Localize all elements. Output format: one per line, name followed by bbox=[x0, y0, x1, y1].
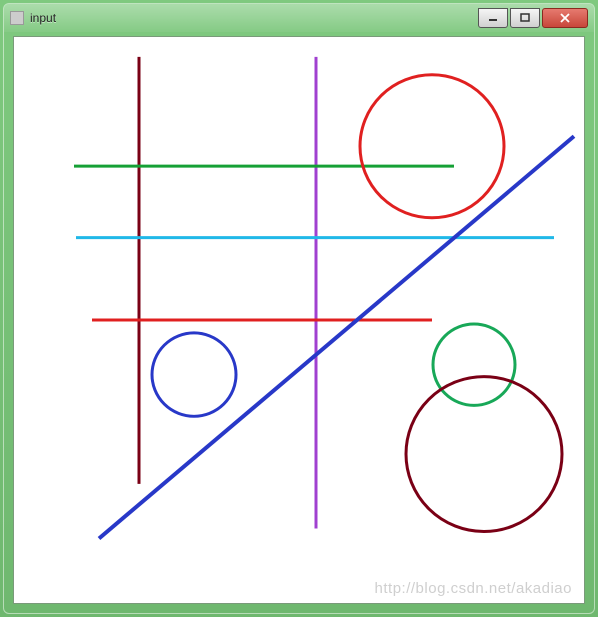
maximize-button[interactable] bbox=[510, 8, 540, 28]
circle-blue-small-circle bbox=[152, 333, 236, 416]
window-controls bbox=[476, 8, 588, 28]
circle-dark-red-circle bbox=[406, 377, 562, 532]
titlebar[interactable]: input bbox=[4, 4, 594, 32]
window-frame: input http://blog.csdn.net/akadiao bbox=[3, 3, 595, 614]
window-title: input bbox=[30, 11, 476, 25]
app-icon bbox=[10, 11, 24, 25]
close-icon bbox=[559, 13, 571, 23]
drawing-canvas bbox=[14, 37, 584, 603]
minimize-icon bbox=[488, 13, 498, 23]
client-area: http://blog.csdn.net/akadiao bbox=[13, 36, 585, 604]
circle-red-circle bbox=[360, 75, 504, 218]
close-button[interactable] bbox=[542, 8, 588, 28]
maximize-icon bbox=[520, 13, 530, 23]
circle-green-circle bbox=[433, 324, 515, 405]
minimize-button[interactable] bbox=[478, 8, 508, 28]
